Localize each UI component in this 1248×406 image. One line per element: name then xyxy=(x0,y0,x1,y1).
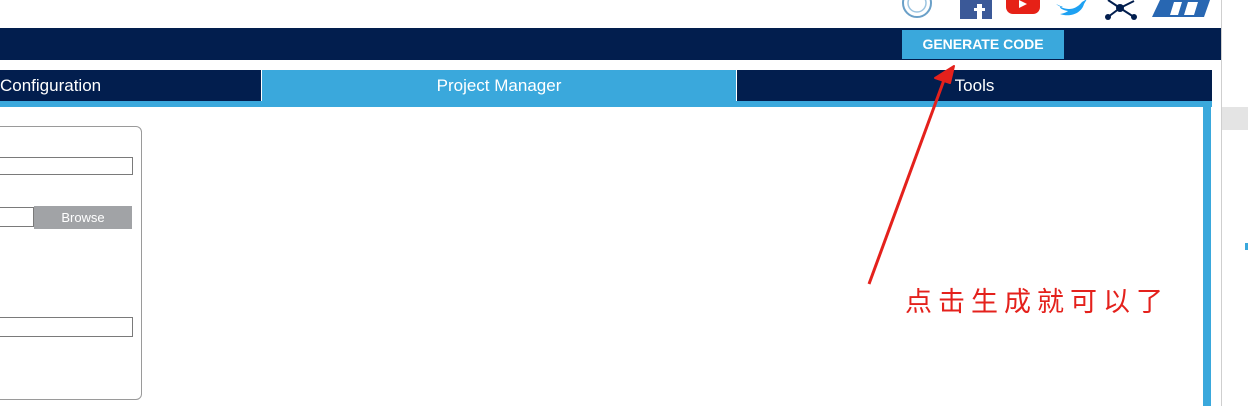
annotation-text: 点击生成就可以了 xyxy=(905,287,1169,318)
annotation-arrow xyxy=(867,65,955,285)
